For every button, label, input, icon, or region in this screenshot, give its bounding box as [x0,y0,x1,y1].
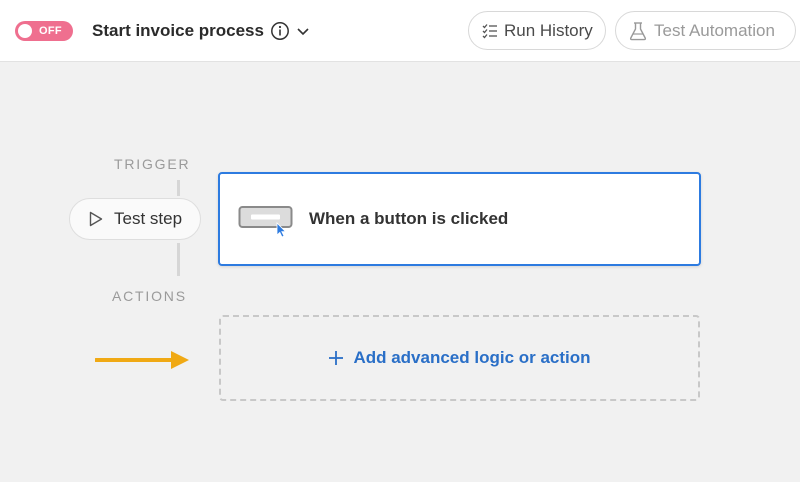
checklist-icon [482,23,497,38]
connector-line [177,180,180,196]
trigger-card[interactable]: When a button is clicked [218,172,701,266]
automation-title: Start invoice process [92,21,264,40]
add-action-label: Add advanced logic or action [353,348,591,367]
add-action-button[interactable]: Add advanced logic or action [219,315,700,401]
run-history-button[interactable]: Run History [468,11,606,50]
toggle-label: OFF [39,25,62,37]
test-step-button[interactable]: Test step [69,198,201,240]
arrow-pointer-icon [95,351,189,369]
trigger-section-label: TRIGGER [114,156,191,172]
connector-line [177,243,180,276]
chevron-down-icon[interactable] [295,23,311,39]
plus-icon [329,350,344,365]
button-click-icon [238,206,293,238]
trigger-title: When a button is clicked [309,209,509,228]
test-step-label: Test step [114,209,183,228]
automation-toggle[interactable]: OFF [15,21,73,41]
toggle-knob [18,24,32,38]
automation-header: OFF Start invoice process Run History Te… [0,0,800,62]
test-automation-label: Test Automation [654,20,775,40]
play-icon [89,211,103,227]
run-history-label: Run History [504,20,593,40]
test-automation-button[interactable]: Test Automation [615,11,796,50]
flask-icon [629,21,647,40]
actions-section-label: ACTIONS [112,288,187,304]
info-icon[interactable] [270,21,290,41]
